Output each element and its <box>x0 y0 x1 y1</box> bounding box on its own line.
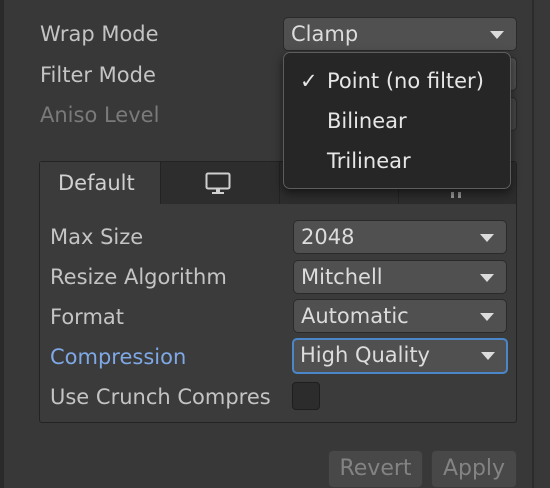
filter-mode-menu: ✓ Point (no filter) Bilinear Trilinear <box>283 52 511 189</box>
menu-item-trilinear[interactable]: Trilinear <box>284 143 510 179</box>
resize-algorithm-dropdown[interactable]: Mitchell <box>293 260 507 294</box>
chevron-down-icon <box>480 234 494 242</box>
tab-default-label: Default <box>58 171 135 195</box>
apply-button[interactable]: Apply <box>431 450 517 488</box>
chevron-down-icon <box>490 31 504 39</box>
compression-dropdown[interactable]: High Quality <box>292 338 508 374</box>
tab-default[interactable]: Default <box>40 162 161 204</box>
panel-right-edge <box>532 0 534 488</box>
menu-item-label: Trilinear <box>327 149 411 173</box>
tab-standalone[interactable] <box>161 162 280 204</box>
panel-left-edge <box>0 0 4 488</box>
wrap-mode-value: Clamp <box>291 22 359 46</box>
monitor-icon <box>205 172 231 194</box>
menu-item-bilinear[interactable]: Bilinear <box>284 103 510 139</box>
compression-value: High Quality <box>300 343 430 367</box>
format-dropdown[interactable]: Automatic <box>293 299 507 333</box>
format-label: Format <box>50 305 125 329</box>
format-value: Automatic <box>301 304 409 328</box>
use-crunch-checkbox[interactable] <box>292 382 320 410</box>
aniso-level-label: Aniso Level <box>40 103 160 127</box>
max-size-dropdown[interactable]: 2048 <box>293 220 507 254</box>
menu-item-label: Point (no filter) <box>327 69 484 93</box>
checkmark-icon: ✓ <box>300 69 318 93</box>
resize-algorithm-value: Mitchell <box>301 265 383 289</box>
filter-mode-label: Filter Mode <box>40 63 156 87</box>
platform-icon-fragment <box>458 192 461 198</box>
wrap-mode-dropdown[interactable]: Clamp <box>283 17 517 51</box>
wrap-mode-label: Wrap Mode <box>40 22 159 46</box>
chevron-down-icon <box>480 313 494 321</box>
max-size-value: 2048 <box>301 225 355 249</box>
revert-button[interactable]: Revert <box>328 450 423 488</box>
platform-icon-fragment <box>451 192 454 198</box>
chevron-down-icon <box>481 352 495 360</box>
resize-algorithm-label: Resize Algorithm <box>50 265 227 289</box>
menu-item-label: Bilinear <box>327 109 407 133</box>
menu-item-point[interactable]: ✓ Point (no filter) <box>284 63 510 99</box>
chevron-down-icon <box>480 274 494 282</box>
compression-label: Compression <box>50 345 187 369</box>
use-crunch-label: Use Crunch Compres <box>50 385 271 409</box>
max-size-label: Max Size <box>50 225 144 249</box>
